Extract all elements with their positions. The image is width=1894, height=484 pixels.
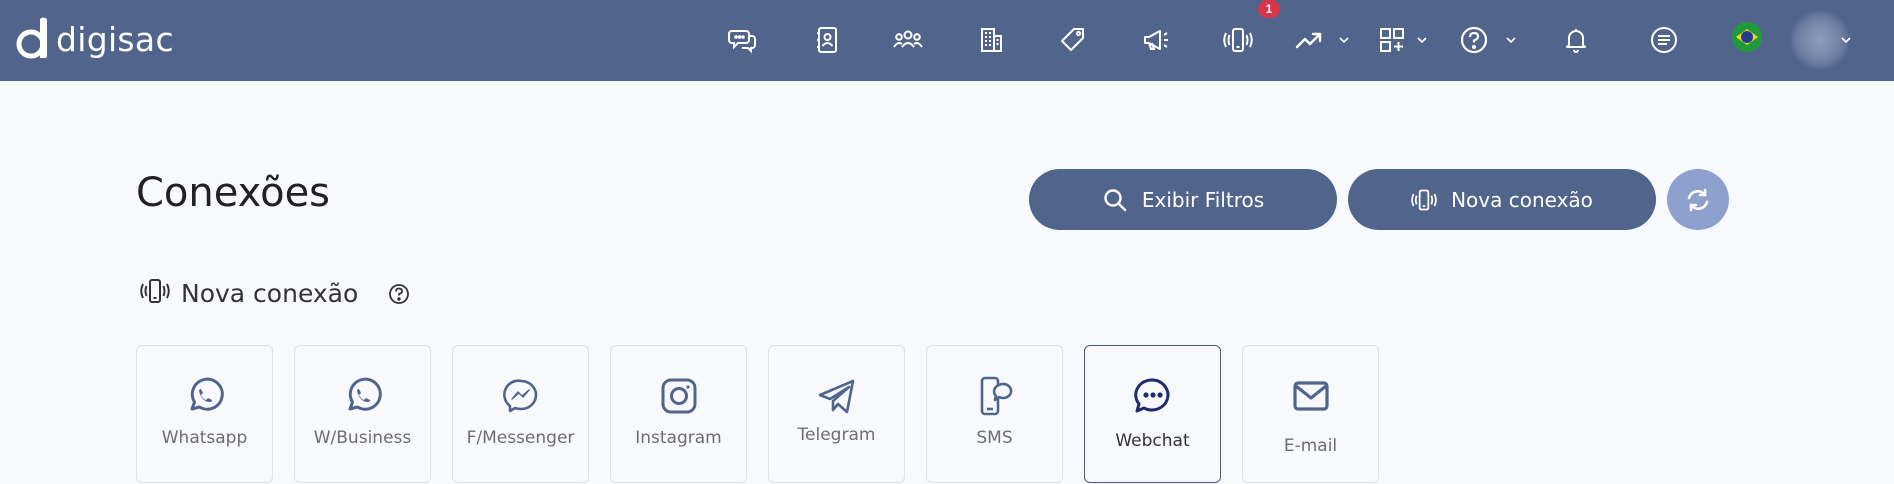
card-label: SMS	[976, 428, 1013, 448]
sms-phone-icon	[975, 376, 1015, 416]
nav-help-dropdown[interactable]	[1503, 18, 1519, 62]
chevron-down-icon	[1339, 37, 1349, 44]
nav-connections[interactable]	[1220, 18, 1256, 62]
megaphone-icon	[1144, 30, 1168, 50]
nav-tags[interactable]	[1056, 18, 1090, 62]
tag-icon	[1061, 28, 1084, 51]
bell-icon	[1566, 29, 1586, 53]
chevron-down-icon	[1417, 37, 1427, 44]
card-label: Webchat	[1115, 431, 1190, 451]
user-menu-dropdown[interactable]	[1838, 18, 1854, 62]
notification-badge: 1	[1258, 0, 1280, 18]
page-title: Conexões	[136, 170, 331, 216]
contact-book-icon	[817, 27, 837, 53]
email-icon	[1291, 376, 1331, 416]
refresh-icon	[1687, 188, 1709, 211]
connection-card-sms[interactable]: SMS	[926, 345, 1063, 483]
vibrating-phone-icon	[137, 276, 173, 311]
connection-card-whatsapp[interactable]: Whatsapp	[136, 345, 273, 483]
users-group-icon	[893, 30, 923, 48]
nav-departments[interactable]	[974, 18, 1008, 62]
nav-help[interactable]	[1458, 18, 1490, 62]
new-connection-button[interactable]: Nova conexão	[1348, 169, 1656, 230]
nav-campaigns[interactable]	[1138, 18, 1174, 62]
show-filters-button[interactable]: Exibir Filtros	[1029, 169, 1337, 230]
connection-card-instagram[interactable]: Instagram	[610, 345, 747, 483]
card-label: Instagram	[635, 428, 722, 448]
nav-menu[interactable]	[1648, 18, 1680, 62]
top-navbar: digisac 1	[0, 0, 1894, 81]
connection-card-messenger[interactable]: F/Messenger	[452, 345, 589, 483]
help-circle-icon[interactable]	[387, 282, 411, 306]
whatsapp-business-icon	[343, 376, 383, 416]
section-title: Nova conexão	[181, 278, 359, 308]
new-connection-label: Nova conexão	[1451, 187, 1593, 212]
nav-notifications[interactable]	[1560, 18, 1592, 62]
vibrating-phone-icon	[1223, 28, 1253, 52]
new-connection-section-header: Nova conexão	[137, 276, 358, 310]
chat-bubbles-icon	[728, 30, 756, 54]
connection-card-whatsapp-business[interactable]: W/Business	[294, 345, 431, 483]
instagram-icon	[659, 376, 699, 416]
card-label: Telegram	[797, 425, 876, 445]
connection-card-telegram[interactable]: Telegram	[768, 345, 905, 483]
building-icon	[981, 28, 1002, 52]
card-label: E-mail	[1283, 436, 1338, 456]
trend-up-icon	[1295, 32, 1322, 49]
connection-card-webchat[interactable]: Webchat	[1084, 345, 1221, 483]
chevron-down-icon	[1841, 37, 1851, 44]
card-label: F/Messenger	[466, 428, 575, 448]
nav-stats-dropdown[interactable]	[1336, 18, 1352, 62]
nav-apps-dropdown[interactable]	[1414, 18, 1430, 62]
show-filters-label: Exibir Filtros	[1141, 187, 1265, 212]
chevron-down-icon	[1506, 37, 1516, 44]
digisac-logo-icon	[16, 17, 47, 59]
flag-circle	[1741, 31, 1753, 43]
nav-stats[interactable]	[1292, 18, 1326, 62]
nav-chats[interactable]	[726, 18, 760, 62]
nav-users[interactable]	[890, 18, 926, 62]
whatsapp-icon	[185, 376, 225, 416]
nav-contacts[interactable]	[810, 18, 844, 62]
brand-name: digisac	[56, 19, 174, 59]
connection-card-email[interactable]: E-mail	[1242, 345, 1379, 483]
help-circle-icon	[1460, 26, 1488, 54]
refresh-button[interactable]	[1667, 169, 1729, 230]
card-label: Whatsapp	[161, 428, 248, 448]
search-icon	[1104, 188, 1127, 211]
card-label: W/Business	[313, 428, 412, 448]
apps-grid-icon	[1380, 28, 1404, 52]
webchat-icon	[1133, 376, 1173, 416]
menu-list-icon	[1651, 27, 1677, 53]
telegram-icon	[817, 376, 857, 416]
vibrating-phone-icon	[1411, 189, 1437, 210]
messenger-icon	[501, 376, 541, 416]
brand-logo[interactable]: digisac	[14, 15, 174, 63]
language-flag-icon[interactable]	[1732, 22, 1762, 52]
nav-apps[interactable]	[1376, 18, 1408, 62]
